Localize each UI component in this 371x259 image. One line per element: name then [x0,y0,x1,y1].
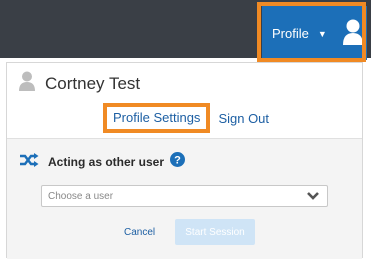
acting-as-user-section: Acting as other user ? Choose a user Can… [7,138,362,259]
chevron-down-icon [307,191,319,204]
profile-settings-highlight-box [103,103,211,133]
cancel-link[interactable]: Cancel [124,227,155,238]
start-session-button[interactable]: Start Session [175,219,255,245]
profile-links: Profile Settings Sign Out [103,103,269,133]
profile-highlight-box [257,2,366,62]
choose-user-select[interactable]: Choose a user [41,185,328,207]
top-navigation-bar: Profile ▼ [0,0,371,62]
shuffle-icon [19,152,39,172]
profile-settings-container: Profile Settings [103,103,211,133]
start-session-label: Start Session [185,226,245,238]
current-user-row: Cortney Test [19,71,140,96]
acting-as-user-title: Acting as other user [48,155,165,169]
user-name: Cortney Test [45,73,141,93]
profile-dropdown-panel: Cortney Test Profile Settings Sign Out A… [6,62,363,259]
svg-text:?: ? [174,155,181,167]
choose-user-placeholder: Choose a user [48,190,114,202]
sign-out-link[interactable]: Sign Out [218,111,269,126]
user-avatar-icon [19,71,35,96]
acting-as-user-heading: Acting as other user ? [19,152,186,172]
help-circle-icon[interactable]: ? [170,152,186,172]
